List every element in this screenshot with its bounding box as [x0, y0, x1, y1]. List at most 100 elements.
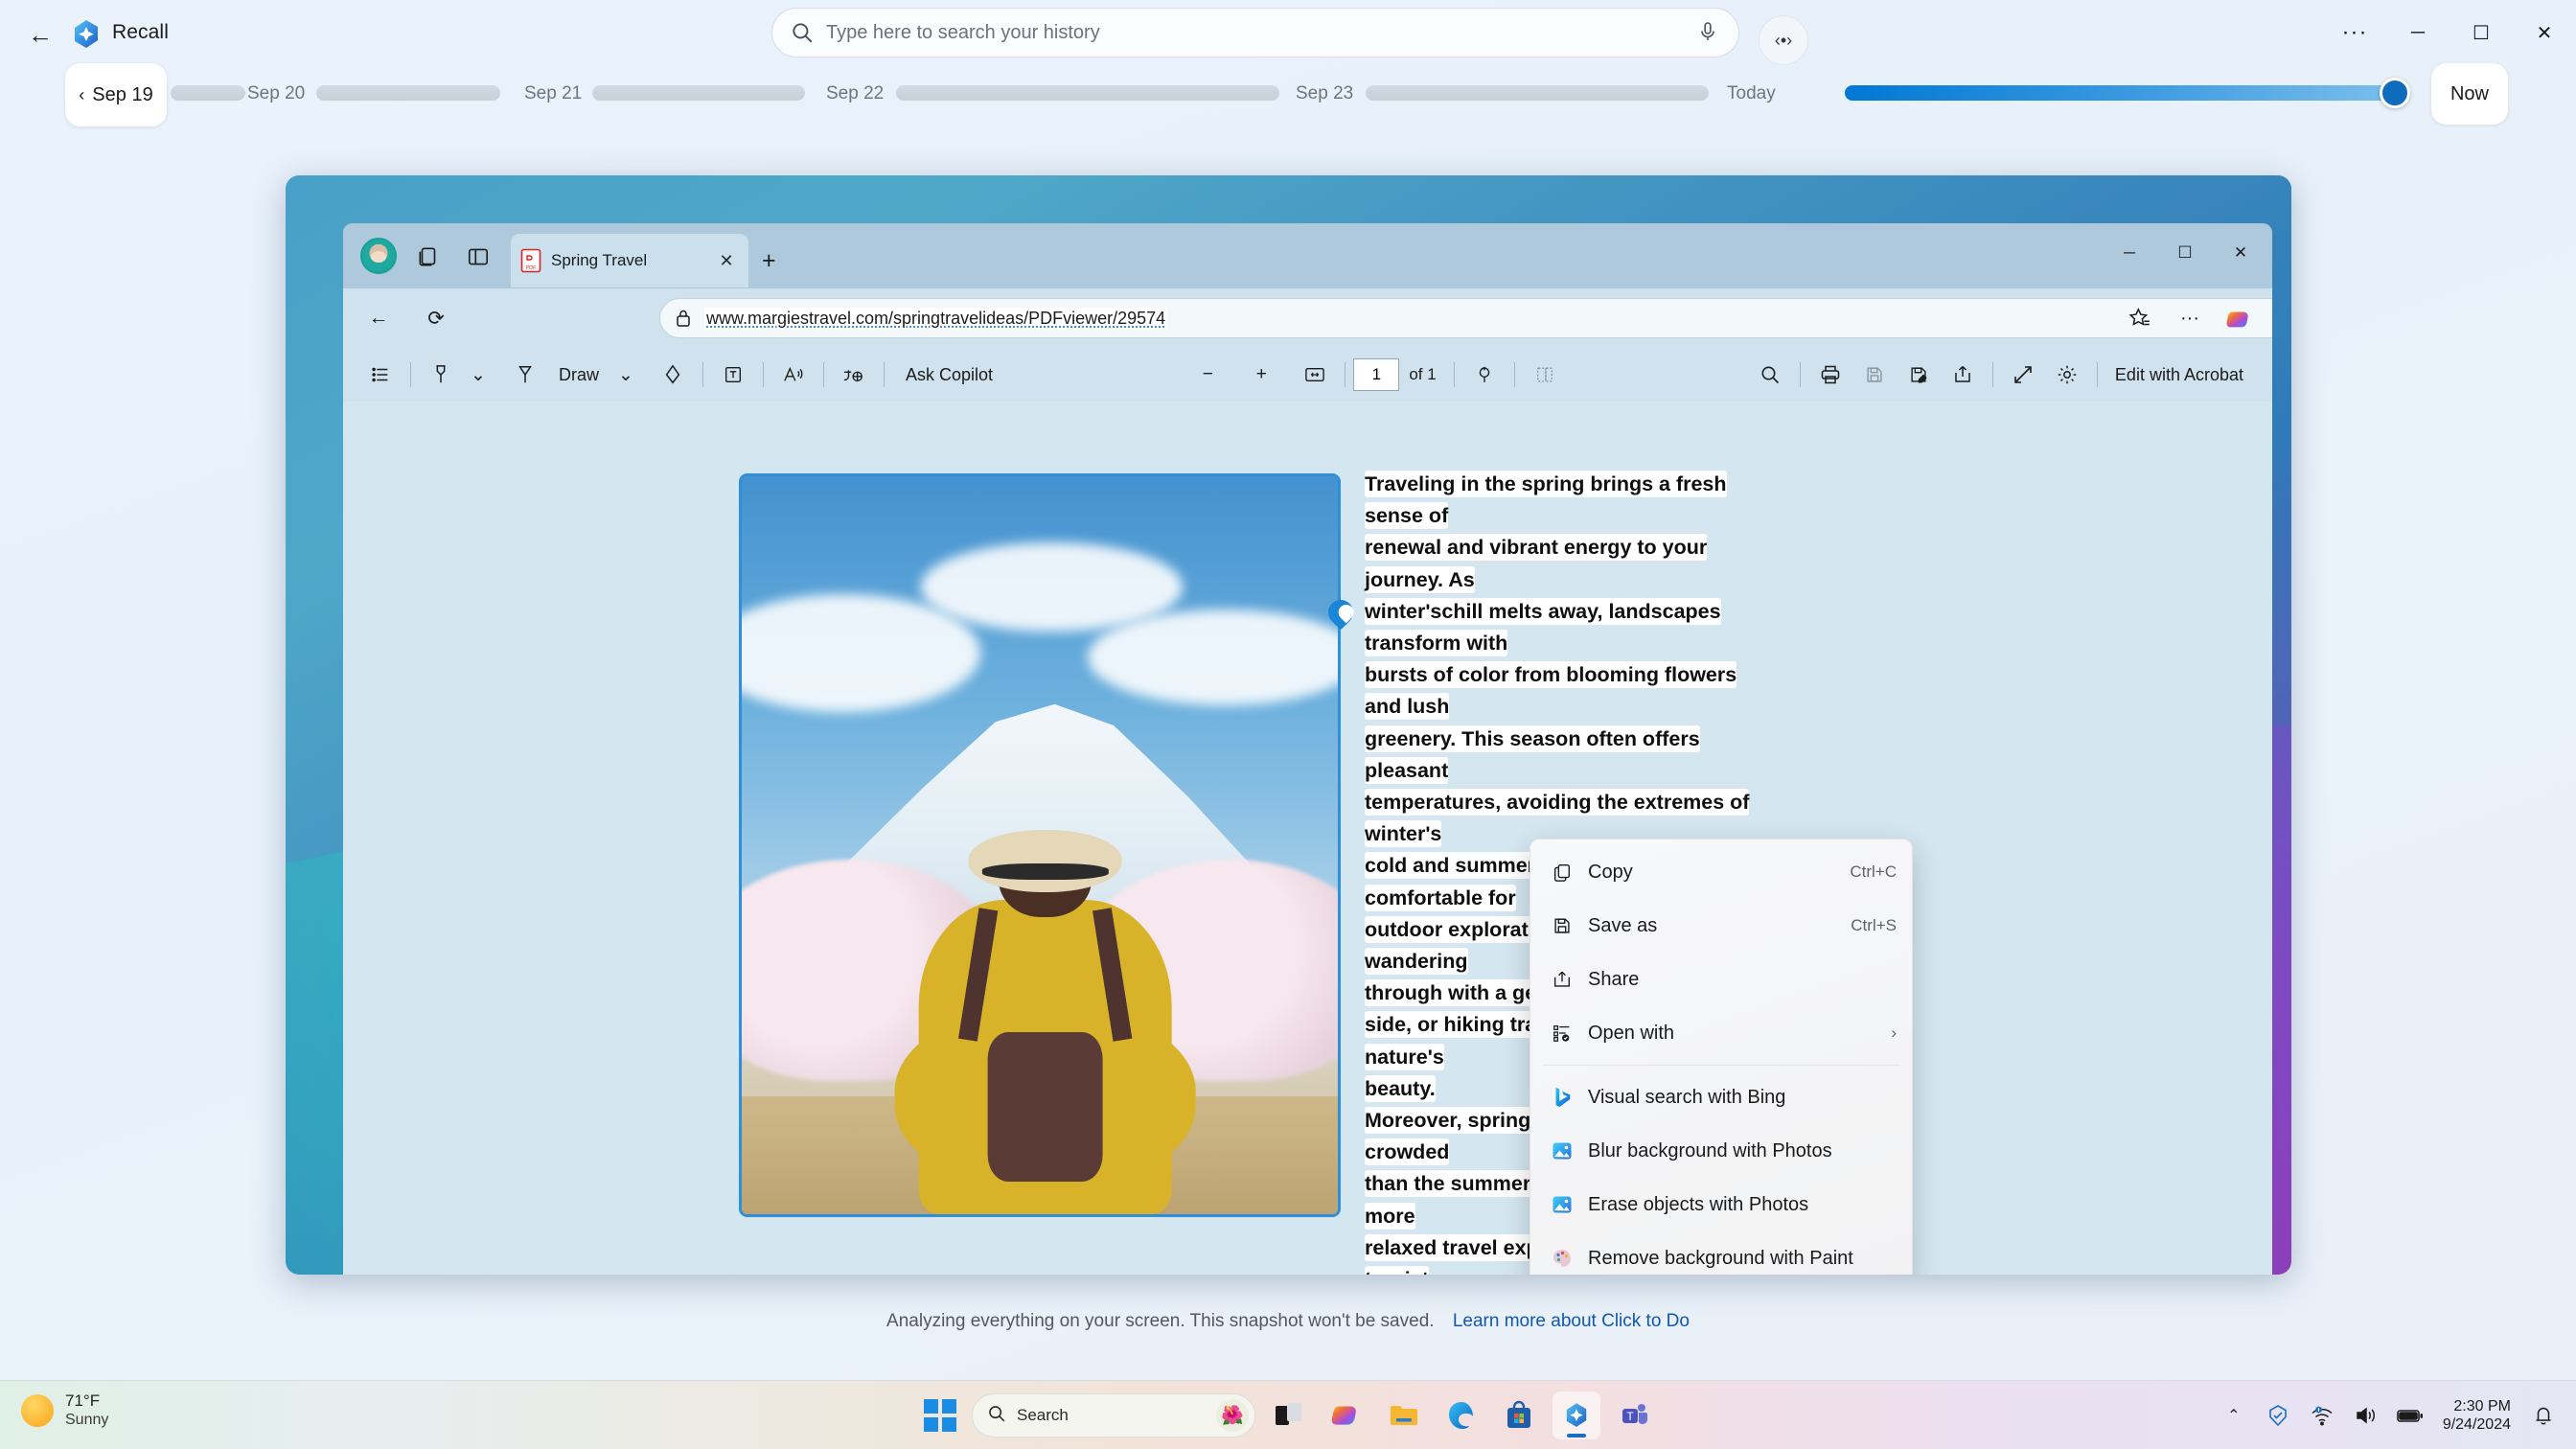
- pdf-viewer-area[interactable]: Traveling in the spring brings a fresh s…: [343, 402, 2272, 1275]
- search-input[interactable]: [815, 21, 1696, 44]
- show-hidden-icons-chevron-icon[interactable]: ⌃: [2215, 1394, 2253, 1437]
- learn-more-link[interactable]: Learn more about Click to Do: [1453, 1311, 1690, 1331]
- context-menu-item-remove-background-paint[interactable]: Remove background with Paint: [1530, 1231, 1912, 1275]
- timeline-segment[interactable]: [171, 85, 245, 101]
- search-box[interactable]: [771, 8, 1739, 58]
- browser-tab[interactable]: PDF Spring Travel ✕: [511, 234, 748, 288]
- context-menu-label: Open with: [1588, 1022, 1675, 1044]
- settings-gear-icon[interactable]: [2049, 356, 2085, 393]
- context-menu-item-visual-search-bing[interactable]: Visual search with Bing: [1530, 1070, 1912, 1124]
- taskbar-app-microsoft-teams[interactable]: T: [1610, 1392, 1658, 1439]
- draw-chevron-down-icon[interactable]: ⌄: [614, 356, 637, 393]
- taskbar-app-microsoft-store[interactable]: [1495, 1392, 1543, 1439]
- taskbar-app-file-explorer[interactable]: [1380, 1392, 1428, 1439]
- lotus-flower-icon[interactable]: 🌺: [1216, 1399, 1249, 1432]
- eraser-icon[interactable]: [655, 356, 691, 393]
- page-view-icon[interactable]: [1527, 356, 1563, 393]
- timeline-today-track[interactable]: [1845, 85, 2405, 101]
- doc-line: greenery. This season often offers pleas…: [1365, 724, 1700, 784]
- document-photo[interactable]: [742, 476, 1338, 1214]
- save-as-icon[interactable]: [1900, 356, 1937, 393]
- profile-avatar[interactable]: [360, 238, 397, 274]
- taskbar-app-microsoft-edge[interactable]: [1438, 1392, 1485, 1439]
- favorites-star-icon[interactable]: [2115, 298, 2165, 338]
- context-menu-item-open-with[interactable]: Open with ›: [1530, 1006, 1912, 1060]
- highlight-chevron-down-icon[interactable]: ⌄: [467, 356, 490, 393]
- context-menu-item-blur-background-photos[interactable]: Blur background with Photos: [1530, 1124, 1912, 1178]
- speaker-icon[interactable]: [2347, 1394, 2385, 1437]
- find-icon[interactable]: [1752, 356, 1788, 393]
- timeline-segment[interactable]: [316, 85, 500, 101]
- context-menu-item-copy[interactable]: Copy Ctrl+C: [1530, 845, 1912, 899]
- context-menu-label: Copy: [1588, 861, 1633, 883]
- microphone-icon[interactable]: [1696, 20, 1721, 45]
- share-icon[interactable]: [1944, 356, 1981, 393]
- taskbar-app-task-view[interactable]: [1265, 1392, 1313, 1439]
- timeline-segment[interactable]: [896, 85, 1279, 101]
- highlight-icon[interactable]: [423, 356, 459, 393]
- table-of-contents-icon[interactable]: [362, 356, 399, 393]
- maximize-button[interactable]: ☐: [2450, 4, 2513, 61]
- back-arrow-icon[interactable]: ←: [19, 13, 61, 56]
- tab-search-icon[interactable]: [412, 241, 445, 273]
- minimize-button[interactable]: ─: [2386, 4, 2450, 61]
- translate-icon[interactable]: [836, 356, 872, 393]
- taskbar-app-recall[interactable]: [1552, 1392, 1600, 1439]
- bell-icon[interactable]: [2524, 1394, 2563, 1437]
- page-number-input[interactable]: 1: [1353, 358, 1400, 391]
- browser-refresh-button[interactable]: ⟳: [418, 300, 454, 336]
- taskbar-search-box[interactable]: Search 🌺: [972, 1393, 1255, 1438]
- context-menu-item-erase-objects-photos[interactable]: Erase objects with Photos: [1530, 1178, 1912, 1231]
- search-icon: [790, 20, 815, 45]
- rotate-icon[interactable]: [1466, 356, 1503, 393]
- edge-minimize-button[interactable]: ─: [2102, 231, 2157, 275]
- fullscreen-icon[interactable]: [2005, 356, 2041, 393]
- taskbar-search-placeholder: Search: [1017, 1406, 1069, 1424]
- battery-icon[interactable]: [2391, 1394, 2429, 1437]
- weather-widget[interactable]: 71°F Sunny: [21, 1391, 108, 1430]
- add-text-icon[interactable]: [715, 356, 751, 393]
- doc-line: winter'schill melts away, landscapes tra…: [1365, 597, 1721, 657]
- save-icon[interactable]: [1856, 356, 1893, 393]
- draw-pen-icon[interactable]: [507, 356, 543, 393]
- recall-timeline[interactable]: ‹ Sep 19 Sep 20 Sep 21 Sep 22 Sep 23 Tod…: [0, 63, 2576, 128]
- read-aloud-icon[interactable]: [775, 356, 812, 393]
- edge-close-button[interactable]: ✕: [2213, 231, 2268, 275]
- zoom-out-button[interactable]: −: [1189, 356, 1226, 393]
- copilot-icon[interactable]: [2215, 298, 2265, 338]
- edge-maximize-button[interactable]: ☐: [2157, 231, 2213, 275]
- timeline-segment[interactable]: [1366, 85, 1709, 101]
- windows-start-icon[interactable]: [918, 1393, 962, 1438]
- close-button[interactable]: ✕: [2513, 4, 2576, 61]
- new-tab-button[interactable]: +: [762, 247, 776, 275]
- copilot-toggle-button[interactable]: ‹•›: [1759, 15, 1808, 65]
- split-screen-icon[interactable]: [462, 241, 494, 273]
- edit-with-acrobat-button[interactable]: Edit with Acrobat: [2105, 365, 2253, 385]
- recall-snapshot[interactable]: PDF Spring Travel ✕ + ─ ☐ ✕ ← ⟳ www.marg…: [286, 175, 2291, 1275]
- address-bar[interactable]: www.margiestravel.com/springtravelideas/…: [659, 298, 2272, 338]
- timeline-now-button[interactable]: Now: [2431, 63, 2508, 125]
- timeline-slider-knob[interactable]: [2380, 78, 2410, 108]
- timeline-segment[interactable]: [592, 85, 805, 101]
- pdf-page[interactable]: Traveling in the spring brings a fresh s…: [343, 402, 2272, 1275]
- click-to-do-context-menu[interactable]: Copy Ctrl+C Save as Ctrl+S Share Open wi…: [1530, 839, 1913, 1275]
- pdf-toolbar: ⌄ Draw ⌄ Ask Copilot − + 1 of 1 Edit wit…: [343, 348, 2272, 402]
- ask-copilot-button[interactable]: Ask Copilot: [898, 356, 1000, 393]
- zoom-in-button[interactable]: +: [1243, 356, 1279, 393]
- browser-more-button[interactable]: ···: [2165, 298, 2215, 338]
- browser-back-button[interactable]: ←: [360, 300, 397, 336]
- taskbar-app-copilot[interactable]: [1322, 1392, 1370, 1439]
- context-menu-item-share[interactable]: Share: [1530, 953, 1912, 1006]
- more-options-button[interactable]: ···: [2323, 4, 2386, 61]
- timeline-current-date-chip[interactable]: ‹ Sep 19: [65, 63, 167, 126]
- bing-icon: [1546, 1086, 1578, 1109]
- draw-button-label[interactable]: Draw: [551, 356, 607, 393]
- fit-to-width-icon[interactable]: [1297, 356, 1333, 393]
- context-menu-item-save-as[interactable]: Save as Ctrl+S: [1530, 899, 1912, 953]
- windows-security-icon[interactable]: [2259, 1394, 2297, 1437]
- svg-text:T: T: [1626, 1410, 1634, 1423]
- wifi-icon[interactable]: [2303, 1394, 2341, 1437]
- taskbar-clock[interactable]: 2:30 PM 9/24/2024: [2435, 1397, 2518, 1434]
- print-icon[interactable]: [1812, 356, 1849, 393]
- close-tab-icon[interactable]: ✕: [714, 248, 739, 273]
